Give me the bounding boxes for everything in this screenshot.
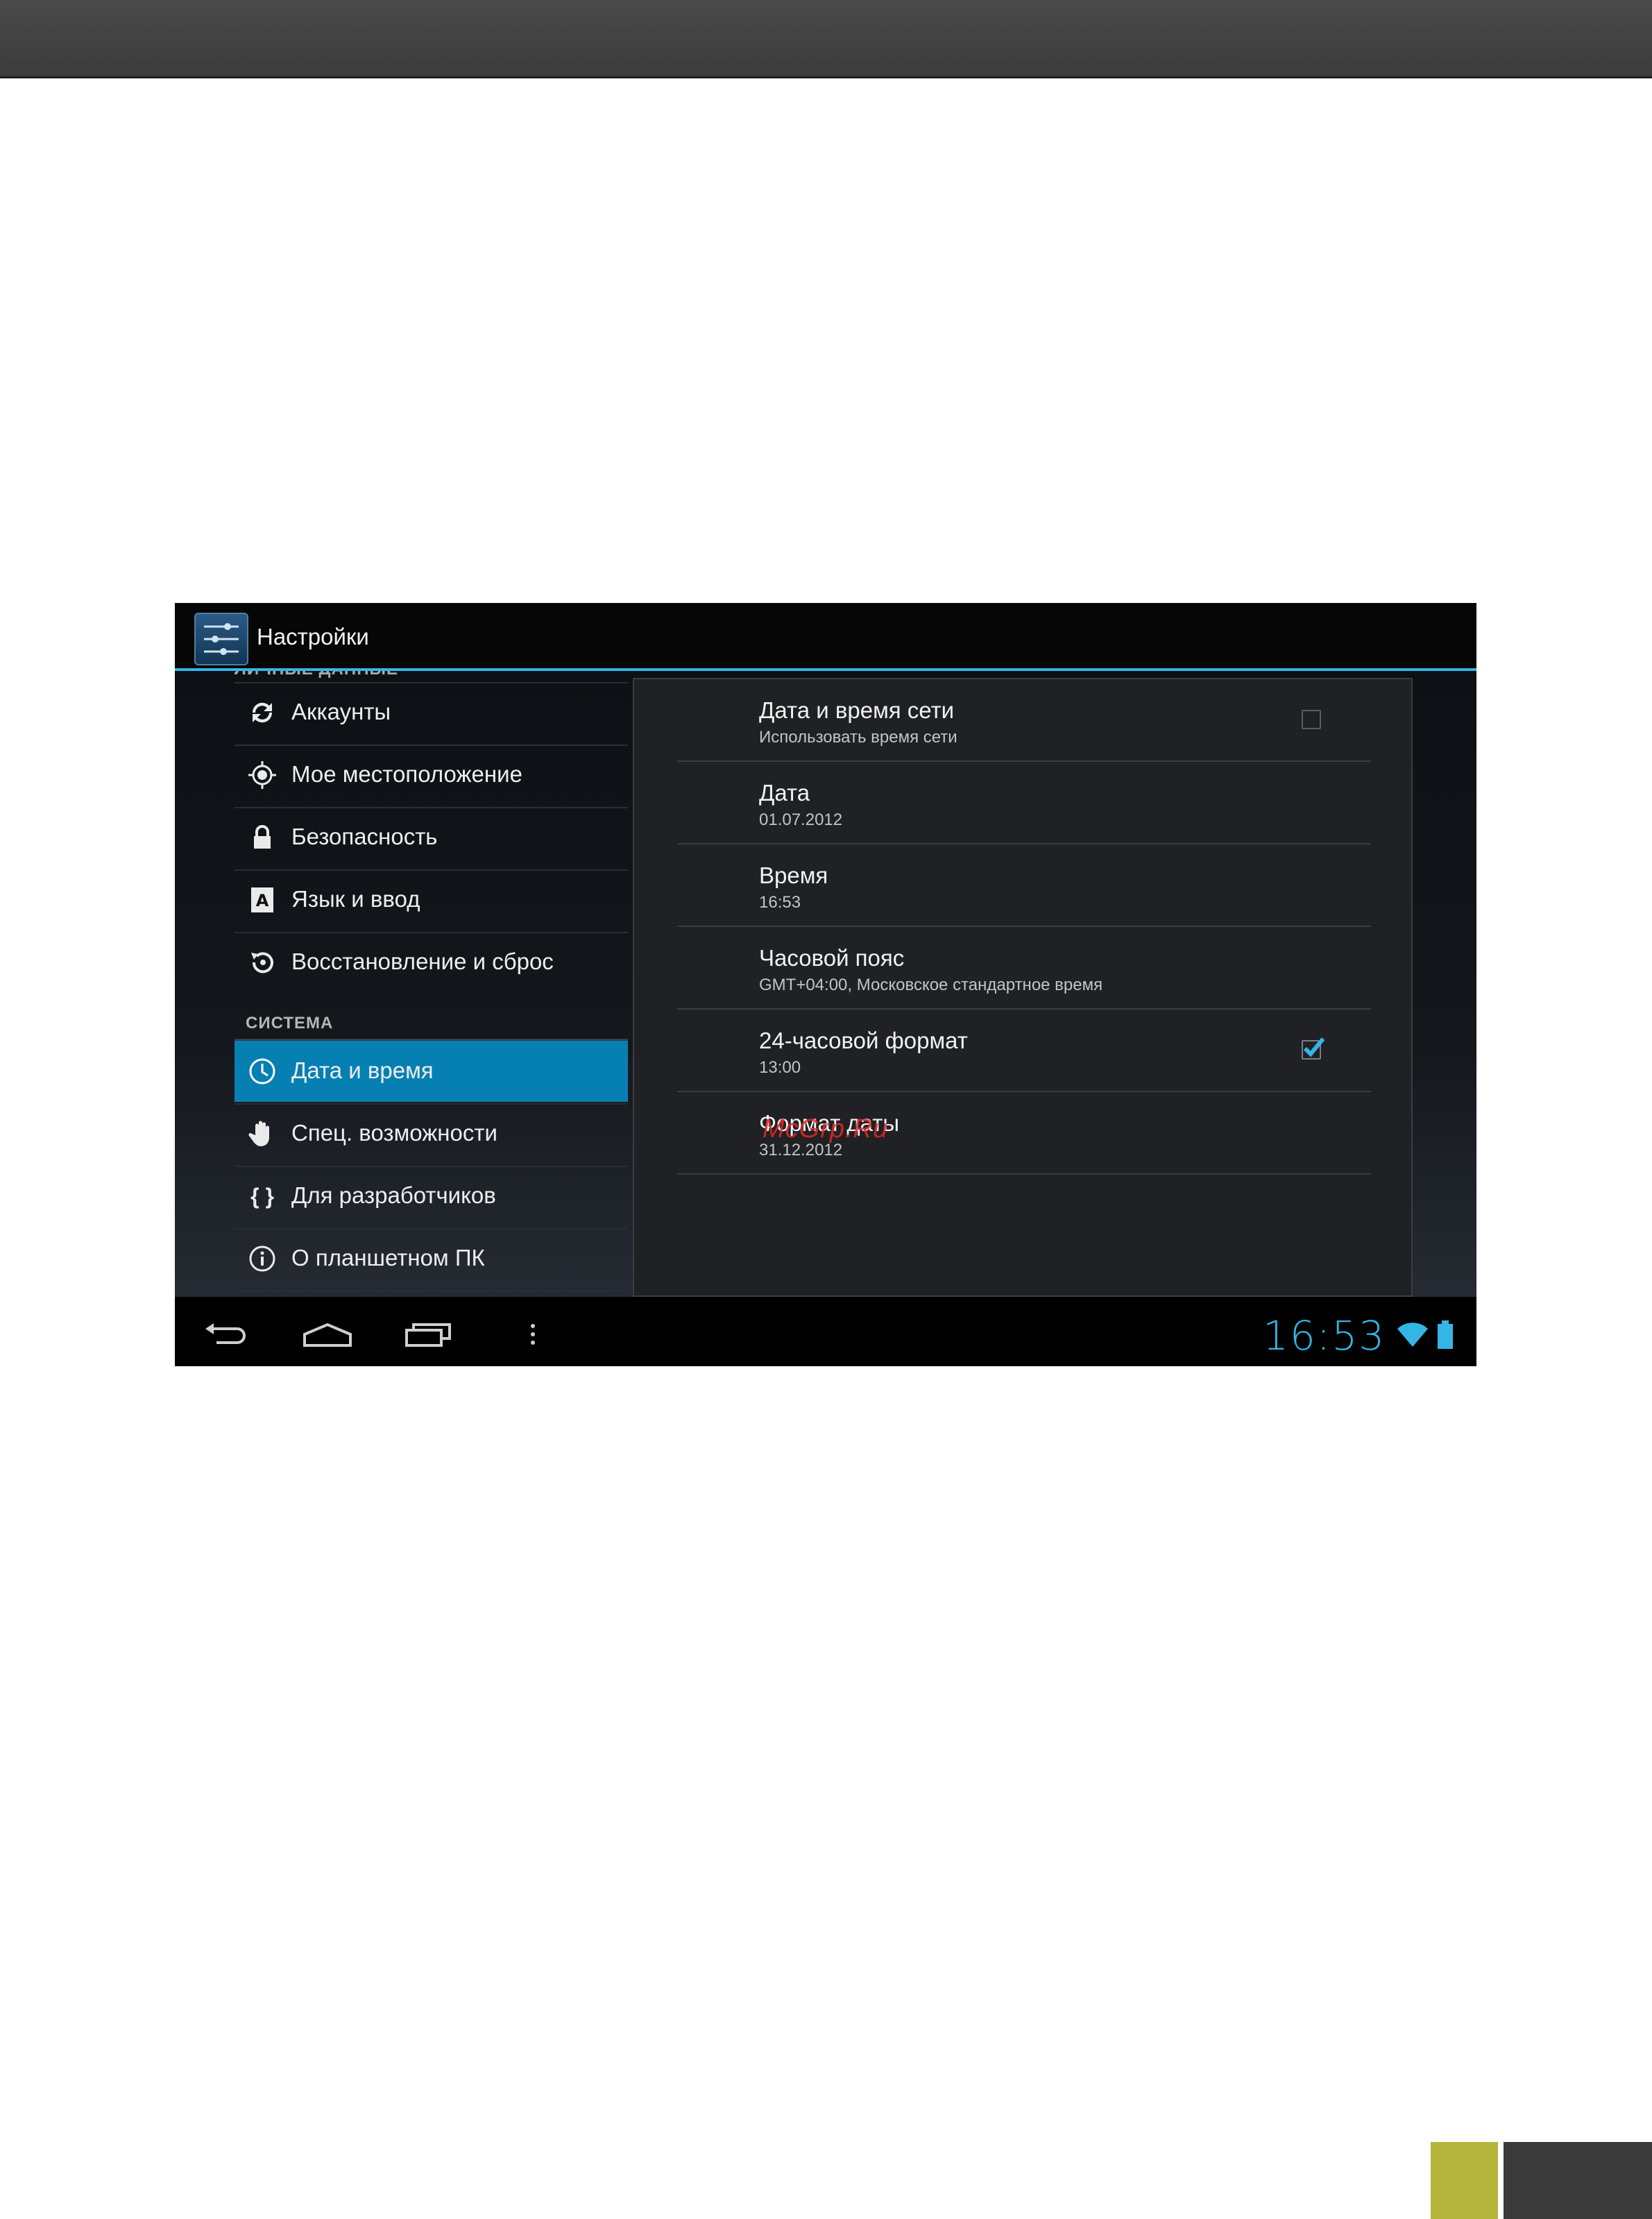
- recents-icon[interactable]: [400, 1315, 456, 1354]
- sync-icon: [247, 697, 278, 728]
- location-icon: [247, 760, 278, 790]
- settings-sliders-icon[interactable]: [194, 613, 248, 665]
- battery-icon: [1436, 1320, 1454, 1353]
- back-icon[interactable]: [199, 1315, 255, 1354]
- sidebar-item-language[interactable]: A Язык и ввод: [235, 869, 628, 930]
- sidebar-item-label: Спец. возможности: [291, 1120, 497, 1146]
- sidebar-item-label: Мое местоположение: [291, 761, 522, 787]
- sidebar-item-location[interactable]: Мое местоположение: [235, 745, 628, 806]
- sidebar-item-accessibility[interactable]: Спец. возможности: [235, 1103, 628, 1164]
- hand-icon: [247, 1119, 278, 1149]
- home-icon[interactable]: [300, 1315, 355, 1354]
- sidebar-item-label: Аккаунты: [291, 699, 391, 724]
- pref-time[interactable]: Время 16:53: [677, 844, 1371, 927]
- settings-content: ЛИЧНЫЕ ДАННЫЕ Аккаунты Мое местоположени…: [175, 671, 1476, 1297]
- info-icon: [247, 1243, 278, 1274]
- pref-title: 24-часовой формат: [759, 1028, 968, 1053]
- watermark: McGrp.Ru: [763, 1114, 889, 1143]
- 24-hour-checkbox[interactable]: [1302, 1037, 1325, 1060]
- menu-icon[interactable]: [505, 1315, 561, 1354]
- pref-date[interactable]: Дата 01.07.2012: [677, 762, 1371, 844]
- pref-title: Дата: [759, 780, 810, 806]
- sidebar-item-accounts[interactable]: Аккаунты: [235, 682, 628, 743]
- clock-icon: [247, 1056, 278, 1087]
- sidebar-item-backup-reset[interactable]: Восстановление и сброс: [235, 932, 628, 993]
- braces-icon: { }: [250, 1183, 274, 1209]
- pref-timezone[interactable]: Часовой пояс GMT+04:00, Московское станд…: [677, 927, 1371, 1010]
- pref-title: Часовой пояс: [759, 945, 905, 971]
- date-time-detail-panel: Дата и время сети Использовать время сет…: [633, 678, 1413, 1297]
- section-header-personal: ЛИЧНЫЕ ДАННЫЕ: [235, 671, 623, 681]
- page-corner-block: [1504, 2142, 1652, 2219]
- pref-24-hour-format[interactable]: 24-часовой формат 13:00: [677, 1010, 1371, 1092]
- pref-summary: 13:00: [759, 1058, 801, 1077]
- sidebar-item-label: Дата и время: [291, 1057, 434, 1083]
- pref-title: Время: [759, 862, 828, 888]
- sidebar-item-security[interactable]: Безопасность: [235, 807, 628, 868]
- pref-summary: 01.07.2012: [759, 810, 843, 829]
- action-bar: Настройки: [175, 603, 1476, 671]
- pref-network-time[interactable]: Дата и время сети Использовать время сет…: [677, 679, 1371, 762]
- sidebar-item-label: Безопасность: [291, 824, 438, 849]
- checkmark-icon: [1303, 1037, 1325, 1057]
- pref-summary: Использовать время сети: [759, 728, 957, 747]
- sidebar-item-developer[interactable]: { } Для разработчиков: [235, 1166, 628, 1227]
- restore-icon: [247, 947, 278, 978]
- sidebar-item-date-time[interactable]: Дата и время: [235, 1041, 628, 1102]
- network-time-checkbox[interactable]: [1302, 710, 1321, 729]
- pref-summary: 16:53: [759, 893, 801, 912]
- pref-title: Дата и время сети: [759, 697, 955, 723]
- settings-nav-list: ЛИЧНЫЕ ДАННЫЕ Аккаунты Мое местоположени…: [235, 671, 665, 1297]
- page-header-band: [0, 0, 1652, 78]
- system-nav-bar: 16:53: [175, 1302, 1476, 1366]
- lock-icon: [247, 822, 278, 853]
- app-title: Настройки: [257, 624, 369, 649]
- tablet-screenshot: Настройки ЛИЧНЫЕ ДАННЫЕ Аккаунты Мое мес…: [175, 603, 1476, 1366]
- pref-summary: GMT+04:00, Московское стандартное время: [759, 976, 1103, 994]
- status-clock[interactable]: 16:53: [1263, 1312, 1386, 1359]
- sidebar-item-label: Язык и ввод: [291, 886, 420, 912]
- sidebar-divider-bottom: [235, 1291, 628, 1297]
- section-header-system: СИСТЕМА: [246, 1014, 334, 1032]
- sidebar-item-label: О планшетном ПК: [291, 1245, 485, 1270]
- language-icon: A: [247, 885, 278, 915]
- sidebar-item-label: Для разработчиков: [291, 1182, 496, 1208]
- sidebar-item-about[interactable]: О планшетном ПК: [235, 1228, 628, 1289]
- sidebar-item-label: Восстановление и сброс: [291, 949, 554, 974]
- wifi-icon: [1396, 1320, 1429, 1352]
- page-corner-accent: [1431, 2142, 1498, 2219]
- svg-text:A: A: [256, 891, 269, 910]
